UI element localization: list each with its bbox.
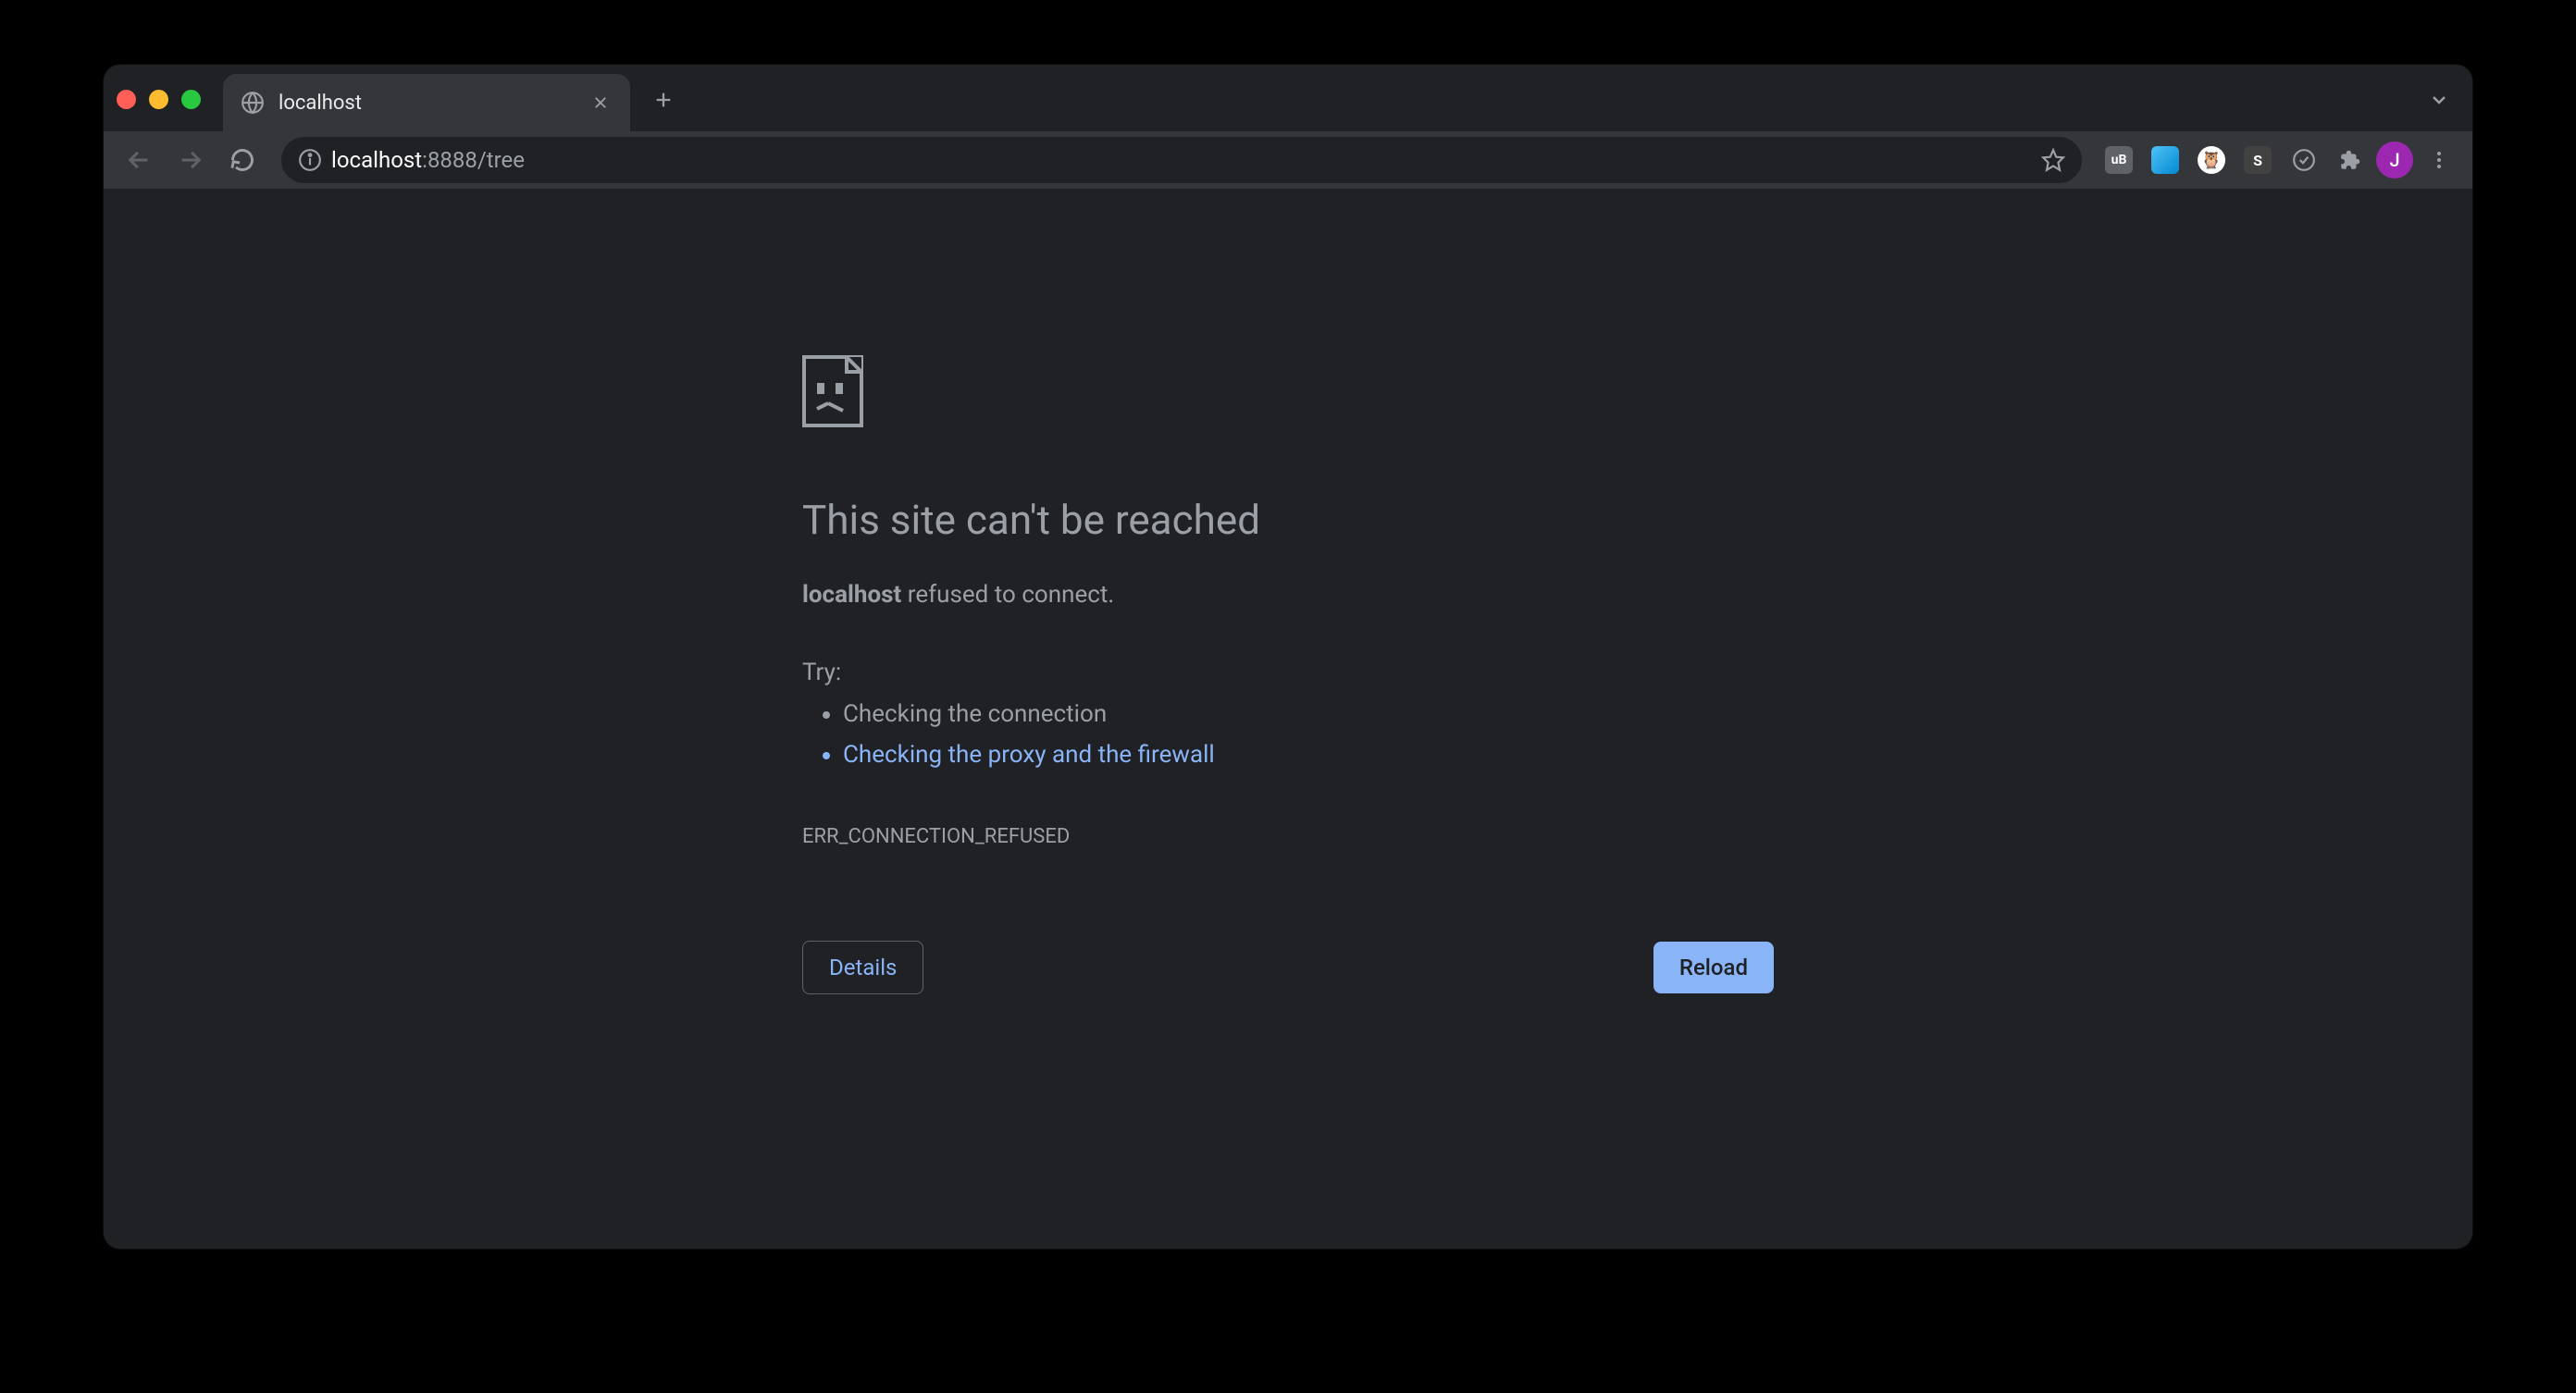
- error-buttons: Details Reload: [802, 941, 1774, 994]
- window-controls: [117, 90, 201, 109]
- globe-icon: [240, 90, 266, 116]
- extension-4[interactable]: S: [2237, 140, 2278, 180]
- extensions-menu-button[interactable]: [2330, 140, 2371, 180]
- puzzle-icon: [2338, 148, 2362, 172]
- suggestion-item: Checking the connection: [843, 694, 1774, 734]
- error-heading: This site can't be reached: [802, 496, 1774, 544]
- error-host: localhost: [802, 581, 901, 609]
- tab-bar-right: [2417, 78, 2461, 122]
- extension-3[interactable]: 🦉: [2191, 140, 2232, 180]
- check-circle-icon: [2292, 148, 2316, 172]
- error-page-icon: [802, 355, 1774, 431]
- toolbar: localhost :8888/tree uB 🦉 S: [104, 131, 2472, 189]
- maximize-window-button[interactable]: [181, 90, 201, 109]
- tab-bar: localhost: [104, 65, 2472, 131]
- page-content: This site can't be reached localhost ref…: [104, 189, 2472, 1249]
- error-container: This site can't be reached localhost ref…: [802, 355, 1774, 1249]
- browser-window: localhost: [104, 65, 2472, 1249]
- suggestion-link-proxy-firewall[interactable]: Checking the proxy and the firewall: [843, 734, 1774, 775]
- try-label: Try:: [802, 659, 1774, 686]
- extension-ublock[interactable]: uB: [2099, 140, 2139, 180]
- extension-4-icon: S: [2244, 146, 2272, 174]
- toolbar-right: uB 🦉 S J: [2099, 140, 2459, 180]
- kebab-icon: [2428, 149, 2450, 171]
- new-tab-button[interactable]: [641, 78, 686, 122]
- ublock-icon: uB: [2105, 146, 2133, 174]
- tab-title: localhost: [279, 92, 575, 115]
- extension-3-icon: 🦉: [2198, 146, 2225, 174]
- tab-search-button[interactable]: [2417, 78, 2461, 122]
- url-rest: :8888/tree: [422, 147, 525, 173]
- error-code: ERR_CONNECTION_REFUSED: [802, 825, 1774, 848]
- error-refused-text: refused to connect.: [901, 581, 1114, 609]
- reload-page-button[interactable]: Reload: [1653, 942, 1774, 993]
- url-text: localhost :8888/tree: [331, 147, 2032, 173]
- extension-2[interactable]: [2145, 140, 2186, 180]
- browser-tab[interactable]: localhost: [223, 74, 630, 131]
- close-tab-button[interactable]: [588, 90, 613, 116]
- chrome-menu-button[interactable]: [2419, 140, 2459, 180]
- url-host: localhost: [331, 147, 422, 173]
- forward-button[interactable]: [168, 138, 213, 182]
- reload-button[interactable]: [220, 138, 265, 182]
- suggestions-list: Checking the connection Checking the pro…: [802, 694, 1774, 775]
- error-subtext: localhost refused to connect.: [802, 581, 1774, 609]
- details-button[interactable]: Details: [802, 941, 923, 994]
- address-bar[interactable]: localhost :8888/tree: [281, 137, 2082, 183]
- bookmark-button[interactable]: [2041, 148, 2065, 172]
- profile-avatar[interactable]: J: [2376, 142, 2413, 179]
- close-window-button[interactable]: [117, 90, 136, 109]
- site-info-icon[interactable]: [298, 148, 322, 172]
- minimize-window-button[interactable]: [149, 90, 168, 109]
- extension-2-icon: [2151, 146, 2179, 174]
- extension-5[interactable]: [2284, 140, 2324, 180]
- back-button[interactable]: [117, 138, 161, 182]
